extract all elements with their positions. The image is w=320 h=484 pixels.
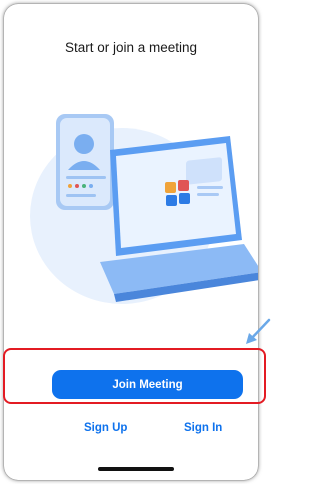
home-indicator <box>98 467 174 471</box>
contact-card-icon <box>56 114 114 210</box>
laptop-illustration-icon <box>100 136 258 302</box>
highlight-annotation-box <box>3 348 266 404</box>
sign-up-link[interactable]: Sign Up <box>84 422 127 434</box>
arrow-pointer-icon <box>246 318 271 344</box>
phone-screen: Start or join a meeting Join Meeting Sig… <box>4 4 258 480</box>
welcome-illustration <box>30 114 258 304</box>
sign-in-link[interactable]: Sign In <box>184 422 222 434</box>
